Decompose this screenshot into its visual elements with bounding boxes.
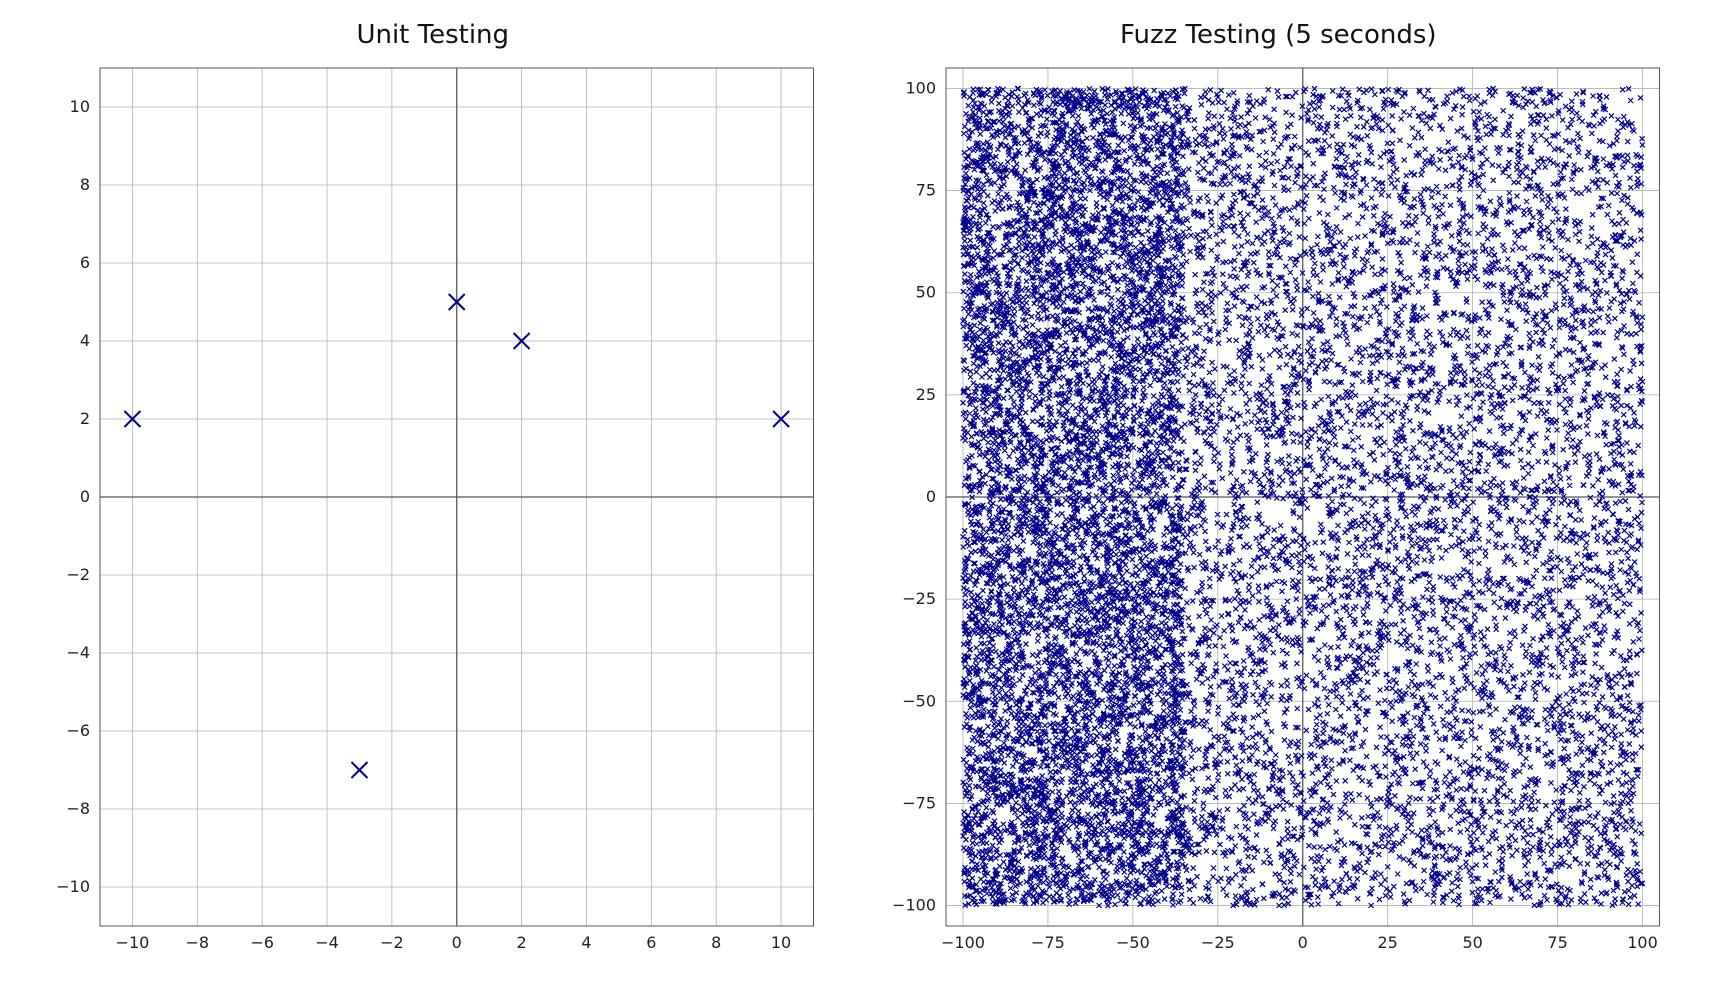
svg-text:100: 100 (1627, 933, 1658, 952)
svg-text:8: 8 (80, 175, 90, 194)
svg-text:−2: −2 (66, 565, 90, 584)
svg-text:50: 50 (915, 283, 935, 302)
svg-text:0: 0 (925, 487, 935, 506)
left-panel: Unit Testing −10 −8 −6 −4 −2 0 2 4 6 8 10 −10 −8 −6 −4… (40, 20, 826, 966)
svg-text:10: 10 (70, 97, 90, 116)
svg-text:25: 25 (1377, 933, 1397, 952)
svg-text:−10: −10 (116, 933, 150, 952)
svg-text:−8: −8 (66, 799, 90, 818)
svg-text:−100: −100 (892, 896, 936, 915)
svg-text:−4: −4 (315, 933, 339, 952)
svg-text:2: 2 (80, 409, 90, 428)
right-plot: −100 −75 −50 −25 0 25 50 75 100 −100 −75 −50 −25 0 25 5… (886, 58, 1672, 966)
svg-text:−50: −50 (902, 691, 936, 710)
svg-text:4: 4 (80, 331, 90, 350)
svg-text:−25: −25 (1200, 933, 1234, 952)
svg-text:25: 25 (915, 385, 935, 404)
svg-text:−6: −6 (66, 721, 90, 740)
svg-text:−75: −75 (902, 793, 936, 812)
svg-text:50: 50 (1462, 933, 1482, 952)
right-plot-wrap: −100 −75 −50 −25 0 25 50 75 100 −100 −75 −50 −25 0 25 5… (886, 58, 1672, 966)
svg-text:−75: −75 (1031, 933, 1065, 952)
svg-text:2: 2 (517, 933, 527, 952)
svg-text:75: 75 (1547, 933, 1567, 952)
svg-text:4: 4 (581, 933, 591, 952)
svg-text:10: 10 (771, 933, 791, 952)
svg-text:0: 0 (1297, 933, 1307, 952)
svg-text:100: 100 (905, 78, 936, 97)
svg-text:6: 6 (80, 253, 90, 272)
svg-text:−4: −4 (66, 643, 90, 662)
svg-text:−8: −8 (185, 933, 209, 952)
svg-text:75: 75 (915, 181, 935, 200)
svg-text:−2: −2 (380, 933, 404, 952)
left-plot-wrap: −10 −8 −6 −4 −2 0 2 4 6 8 10 −10 −8 −6 −4 −2 0 2 4 6 8 10 (40, 58, 826, 966)
svg-text:−6: −6 (250, 933, 274, 952)
svg-text:−100: −100 (941, 933, 985, 952)
right-panel: Fuzz Testing (5 seconds) −100 −75 −50 −25 0 2… (886, 20, 1672, 966)
svg-text:−50: −50 (1115, 933, 1149, 952)
right-title: Fuzz Testing (5 seconds) (1120, 20, 1437, 50)
svg-text:0: 0 (80, 487, 90, 506)
svg-text:0: 0 (452, 933, 462, 952)
svg-text:8: 8 (711, 933, 721, 952)
svg-text:6: 6 (646, 933, 656, 952)
left-plot: −10 −8 −6 −4 −2 0 2 4 6 8 10 −10 −8 −6 −4 −2 0 2 4 6 8 10 (40, 58, 826, 966)
svg-text:−25: −25 (902, 589, 936, 608)
svg-text:−10: −10 (56, 877, 90, 896)
left-title: Unit Testing (356, 20, 509, 50)
